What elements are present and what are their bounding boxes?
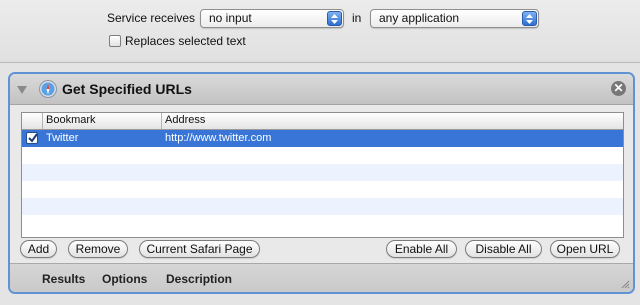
disable-all-button[interactable]: Disable All xyxy=(465,240,542,258)
empty-row xyxy=(22,164,623,181)
add-button[interactable]: Add xyxy=(20,240,57,258)
get-specified-urls-action: Get Specified URLs ✕ Bookmark Address Tw… xyxy=(8,72,635,294)
disclosure-triangle-icon[interactable] xyxy=(17,84,27,98)
table-row[interactable]: Twitter http://www.twitter.com xyxy=(22,130,623,147)
service-settings-bar: Service receives no input in any applica… xyxy=(0,0,640,63)
close-action-icon[interactable]: ✕ xyxy=(611,81,626,96)
column-separator xyxy=(42,113,43,129)
tab-options[interactable]: Options xyxy=(102,272,147,286)
tab-description[interactable]: Description xyxy=(166,272,232,286)
safari-compass-icon xyxy=(39,80,57,98)
enable-all-button[interactable]: Enable All xyxy=(386,240,457,258)
open-url-button[interactable]: Open URL xyxy=(550,240,620,258)
tab-results[interactable]: Results xyxy=(42,272,85,286)
action-title: Get Specified URLs xyxy=(62,81,192,97)
empty-row xyxy=(22,181,623,198)
column-separator xyxy=(161,113,162,129)
action-footer: Results Options Description xyxy=(10,263,633,292)
in-label: in xyxy=(352,11,362,25)
service-receives-label: Service receives xyxy=(107,11,196,25)
urls-table: Bookmark Address Twitter http://www.twit… xyxy=(21,112,624,238)
action-header: Get Specified URLs ✕ xyxy=(10,74,633,105)
current-safari-page-button[interactable]: Current Safari Page xyxy=(139,240,260,258)
replaces-selected-text-label: Replaces selected text xyxy=(125,34,246,48)
bookmark-cell: Twitter xyxy=(46,132,79,144)
resize-grip-icon[interactable] xyxy=(620,278,630,292)
empty-row xyxy=(22,198,623,215)
row-enabled-checkbox[interactable] xyxy=(26,132,38,144)
input-type-popup[interactable]: no input xyxy=(200,9,344,28)
empty-row xyxy=(22,147,623,164)
column-header-bookmark[interactable]: Bookmark xyxy=(46,114,96,126)
application-popup[interactable]: any application xyxy=(370,9,539,28)
replaces-selected-text-checkbox[interactable] xyxy=(109,35,121,47)
address-cell: http://www.twitter.com xyxy=(165,132,272,144)
input-type-value: no input xyxy=(209,11,252,25)
empty-row xyxy=(22,215,623,232)
popup-arrows-icon xyxy=(522,11,537,26)
popup-arrows-icon xyxy=(327,11,342,26)
table-header: Bookmark Address xyxy=(22,113,623,130)
column-header-address[interactable]: Address xyxy=(165,114,205,126)
remove-button[interactable]: Remove xyxy=(68,240,128,258)
application-value: any application xyxy=(379,11,460,25)
